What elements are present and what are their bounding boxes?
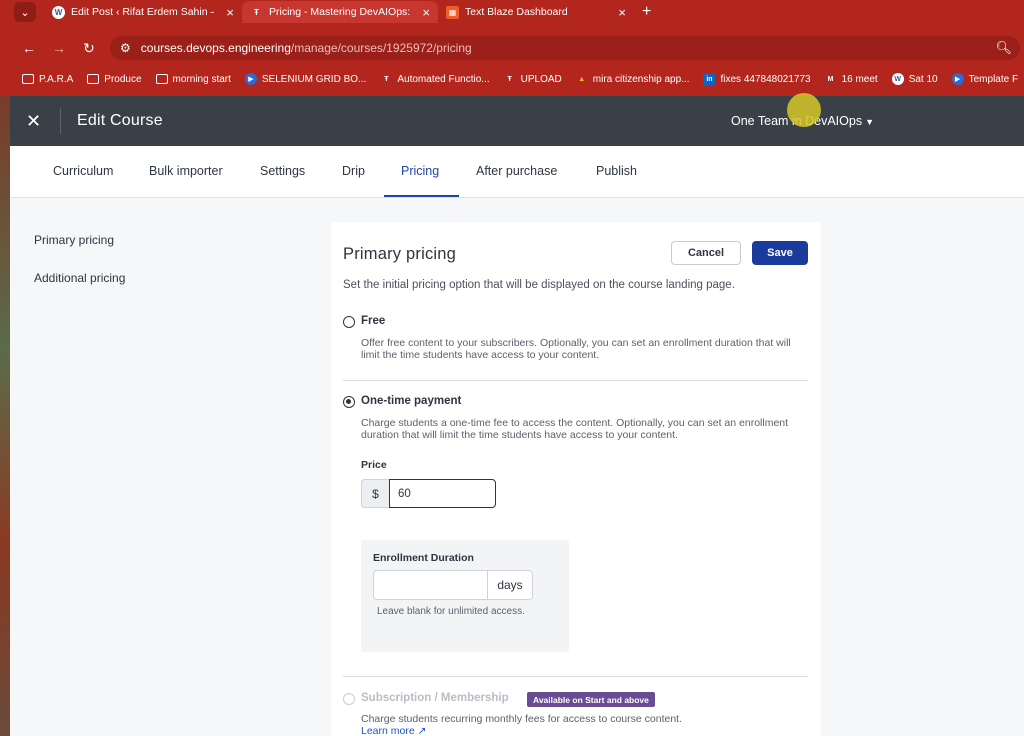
- text-blaze-icon: ▦: [446, 5, 459, 19]
- address-bar: ← → ↻ ⚙ courses.devops.engineering/manag…: [0, 34, 1024, 62]
- app-header: ✕ Edit Course One Team in DevAIOps▼: [10, 96, 1024, 146]
- bookmark-item[interactable]: ▲ mira citizenship app...: [576, 73, 689, 85]
- wordpress-icon: W: [52, 5, 65, 19]
- tab-after-purchase[interactable]: After purchase: [476, 164, 557, 178]
- desktop-background-strip: [0, 96, 10, 736]
- bookmark-item[interactable]: in fixes 447848021773: [703, 73, 811, 85]
- one-time-payment-label[interactable]: One-time payment: [361, 395, 461, 407]
- subscription-description: Charge students recurring monthly fees f…: [361, 713, 682, 725]
- close-tab-icon[interactable]: ×: [226, 5, 234, 20]
- pricing-sidebar: Primary pricing Additional pricing: [10, 198, 330, 736]
- folder-icon: [155, 74, 168, 84]
- tab-title: Pricing - Mastering DevAIOps: T: [269, 6, 411, 18]
- tab-publish[interactable]: Publish: [596, 164, 637, 178]
- folder-icon: [87, 74, 100, 84]
- price-label: Price: [361, 459, 387, 471]
- tab-pricing[interactable]: Pricing: [401, 164, 439, 178]
- url-field[interactable]: ⚙ courses.devops.engineering/manage/cour…: [110, 36, 1020, 60]
- course-tabs: Curriculum Bulk importer Settings Drip P…: [10, 146, 1024, 198]
- tab-curriculum[interactable]: Curriculum: [53, 164, 113, 178]
- cancel-button[interactable]: Cancel: [671, 241, 741, 265]
- learn-more-link[interactable]: Learn more ↗: [361, 725, 426, 736]
- bookmark-item[interactable]: W Sat 10: [891, 73, 938, 85]
- browser-chrome: ⌄ W Edit Post ‹ Rifat Erdem Sahin — × Ŧ …: [0, 0, 1024, 96]
- browser-tab-text-blaze[interactable]: ▦ Text Blaze Dashboard ×: [438, 1, 634, 23]
- close-icon[interactable]: ✕: [26, 111, 46, 132]
- page-title: Edit Course: [77, 112, 163, 129]
- bookmark-item[interactable]: ▶ SELENIUM GRID BO...: [244, 73, 366, 85]
- tab-title: Text Blaze Dashboard: [465, 6, 568, 18]
- bookmark-folder[interactable]: morning start: [155, 74, 231, 85]
- bookmark-item[interactable]: ▶ Template F: [951, 73, 1018, 85]
- teachable-icon: Ŧ: [507, 75, 512, 83]
- folder-icon: [22, 74, 34, 84]
- play-icon: ▶: [951, 73, 964, 85]
- enrollment-help-text: Leave blank for unlimited access.: [377, 606, 525, 617]
- bookmark-item[interactable]: Ŧ Automated Functio...: [380, 73, 489, 85]
- enrollment-duration-label: Enrollment Duration: [373, 552, 474, 564]
- enrollment-duration-panel: Enrollment Duration days Leave blank for…: [361, 540, 569, 652]
- one-time-payment-description: Charge students a one-time fee to access…: [361, 417, 789, 441]
- free-description: Offer free content to your subscribers. …: [361, 337, 791, 361]
- card-subtitle: Set the initial pricing option that will…: [343, 279, 735, 291]
- subscription-radio[interactable]: [343, 693, 355, 705]
- one-time-payment-radio[interactable]: [343, 396, 355, 408]
- divider: [343, 380, 808, 381]
- cursor-highlight: [787, 93, 821, 127]
- bookmarks-bar: P.A.R.A Produce morning start ▶ SELENIUM …: [0, 68, 1024, 90]
- play-icon: ▶: [244, 73, 257, 85]
- reload-icon[interactable]: ↻: [74, 40, 104, 57]
- wordpress-icon: W: [891, 73, 904, 85]
- caret-down-icon: ▼: [865, 117, 875, 127]
- sidebar-item-primary-pricing[interactable]: Primary pricing: [34, 233, 114, 247]
- browser-tab-edit-post[interactable]: W Edit Post ‹ Rifat Erdem Sahin — ×: [44, 1, 242, 23]
- zoom-icon[interactable]: 🔍︎: [995, 40, 1012, 56]
- enrollment-duration-input[interactable]: [373, 570, 487, 600]
- gmail-icon: M: [827, 75, 834, 83]
- teachable-icon: Ŧ: [384, 75, 389, 83]
- price-input[interactable]: [389, 479, 496, 508]
- days-suffix: days: [487, 570, 533, 600]
- free-radio[interactable]: [343, 316, 355, 328]
- currency-prefix: $: [361, 479, 389, 508]
- card-title: Primary pricing: [343, 245, 457, 263]
- browser-tab-pricing[interactable]: Ŧ Pricing - Mastering DevAIOps: T ×: [242, 1, 438, 23]
- google-drive-icon: ▲: [578, 75, 586, 83]
- linkedin-icon: in: [703, 73, 716, 85]
- close-tab-icon[interactable]: ×: [422, 5, 430, 20]
- pricing-card: Primary pricing Cancel Save Set the init…: [331, 222, 821, 736]
- bookmark-item[interactable]: Ŧ UPLOAD: [504, 73, 562, 85]
- tab-bar: ⌄ W Edit Post ‹ Rifat Erdem Sahin — × Ŧ …: [0, 0, 1024, 24]
- save-button[interactable]: Save: [752, 241, 808, 265]
- url-domain: courses.devops.engineering: [140, 41, 291, 55]
- bookmark-folder[interactable]: P.A.R.A: [22, 74, 73, 85]
- bookmark-folder[interactable]: Produce: [87, 74, 142, 85]
- tab-search-button[interactable]: ⌄: [14, 2, 36, 22]
- free-label[interactable]: Free: [361, 315, 385, 327]
- subscription-label: Subscription / Membership: [361, 692, 509, 704]
- new-tab-icon[interactable]: +: [642, 3, 651, 21]
- tab-title: Edit Post ‹ Rifat Erdem Sahin —: [71, 6, 215, 18]
- tab-drip[interactable]: Drip: [342, 164, 365, 178]
- forward-arrow-icon[interactable]: →: [44, 40, 74, 56]
- back-arrow-icon[interactable]: ←: [14, 40, 44, 56]
- active-tab-indicator: [384, 195, 459, 197]
- tab-bulk-importer[interactable]: Bulk importer: [149, 164, 223, 178]
- sidebar-item-additional-pricing[interactable]: Additional pricing: [34, 271, 125, 285]
- bookmark-item[interactable]: M 16 meet: [825, 73, 878, 85]
- plan-badge: Available on Start and above: [527, 692, 655, 707]
- url-path: /manage/courses/1925972/pricing: [290, 41, 472, 55]
- teachable-icon: Ŧ: [254, 7, 259, 17]
- close-tab-icon[interactable]: ×: [618, 5, 626, 20]
- header-divider: [60, 108, 61, 134]
- tab-settings[interactable]: Settings: [260, 164, 305, 178]
- site-settings-icon[interactable]: ⚙: [120, 41, 131, 55]
- divider: [343, 676, 808, 677]
